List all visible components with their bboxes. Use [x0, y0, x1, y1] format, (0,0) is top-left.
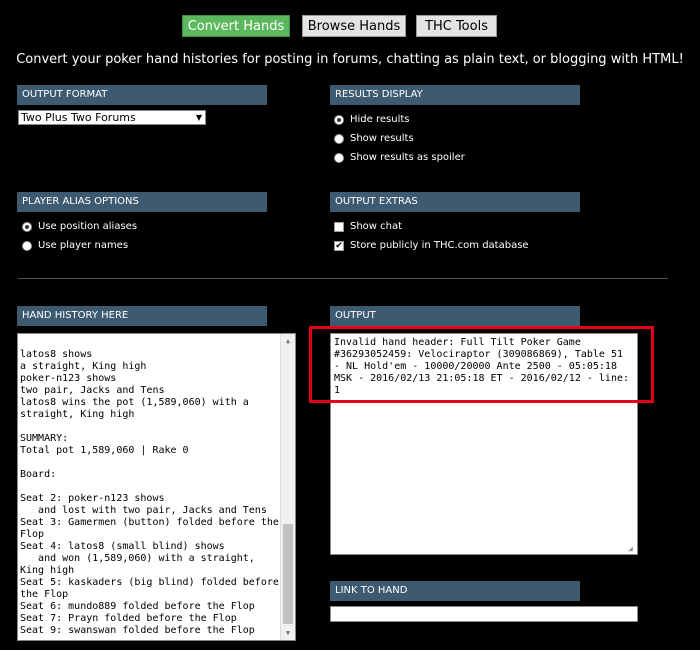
- scrollbar-thumb[interactable]: [283, 524, 293, 624]
- radio-icon[interactable]: [22, 240, 32, 251]
- scroll-down-arrow-icon[interactable]: ▼: [281, 626, 295, 640]
- results-option-label: Hide results: [350, 114, 410, 125]
- output-extras-header: OUTPUT EXTRAS: [330, 192, 580, 212]
- results-option-hide[interactable]: Hide results: [334, 114, 409, 125]
- checkbox-icon[interactable]: [334, 221, 344, 232]
- radio-selected-icon[interactable]: [334, 114, 344, 125]
- results-option-spoiler[interactable]: Show results as spoiler: [334, 152, 465, 163]
- alias-option-label: Use position aliases: [38, 221, 138, 232]
- output-format-header: OUTPUT FORMAT: [17, 85, 267, 105]
- radio-icon[interactable]: [334, 152, 344, 163]
- player-alias-header: PLAYER ALIAS OPTIONS: [17, 192, 267, 212]
- output-header: OUTPUT: [330, 306, 580, 326]
- alias-option-label: Use player names: [38, 240, 129, 251]
- extras-option-label: Show chat: [350, 221, 403, 232]
- output-format-select[interactable]: Two Plus Two Forums ▼: [18, 110, 206, 125]
- alias-option-position[interactable]: Use position aliases: [22, 221, 137, 232]
- radio-icon[interactable]: [334, 133, 344, 144]
- page-tagline: Convert your poker hand histories for po…: [16, 52, 684, 67]
- results-option-label: Show results as spoiler: [350, 152, 465, 163]
- link-to-hand-input[interactable]: [330, 606, 638, 622]
- dropdown-arrow-icon: ▼: [195, 113, 202, 122]
- hand-history-header: HAND HISTORY HERE: [17, 306, 267, 326]
- radio-selected-icon[interactable]: [22, 221, 32, 232]
- extras-option-label: Store publicly in THC.com database: [350, 240, 529, 251]
- section-divider: [18, 278, 668, 279]
- extras-store-publicly[interactable]: ✔ Store publicly in THC.com database: [334, 240, 529, 251]
- hand-history-textarea[interactable]: latos8 shows a straight, King high poker…: [17, 333, 296, 641]
- link-to-hand-header: LINK TO HAND: [330, 581, 580, 601]
- output-format-selected: Two Plus Two Forums: [21, 111, 136, 124]
- tab-browse-hands[interactable]: Browse Hands: [302, 15, 406, 37]
- tab-convert-hands[interactable]: Convert Hands: [182, 15, 290, 37]
- resize-grip-icon[interactable]: ◢: [628, 545, 636, 553]
- results-option-label: Show results: [350, 133, 414, 144]
- checkbox-checked-icon[interactable]: ✔: [334, 240, 344, 251]
- hand-history-scrollbar[interactable]: ▲ ▼: [280, 334, 295, 640]
- extras-show-chat[interactable]: Show chat: [334, 221, 402, 232]
- results-option-show[interactable]: Show results: [334, 133, 414, 144]
- scroll-up-arrow-icon[interactable]: ▲: [281, 334, 295, 348]
- tab-thc-tools[interactable]: THC Tools: [416, 15, 497, 37]
- alias-option-names[interactable]: Use player names: [22, 240, 128, 251]
- results-display-header: RESULTS DISPLAY: [330, 85, 580, 105]
- hand-history-text: latos8 shows a straight, King high poker…: [20, 349, 279, 636]
- error-highlight-box: [309, 326, 654, 403]
